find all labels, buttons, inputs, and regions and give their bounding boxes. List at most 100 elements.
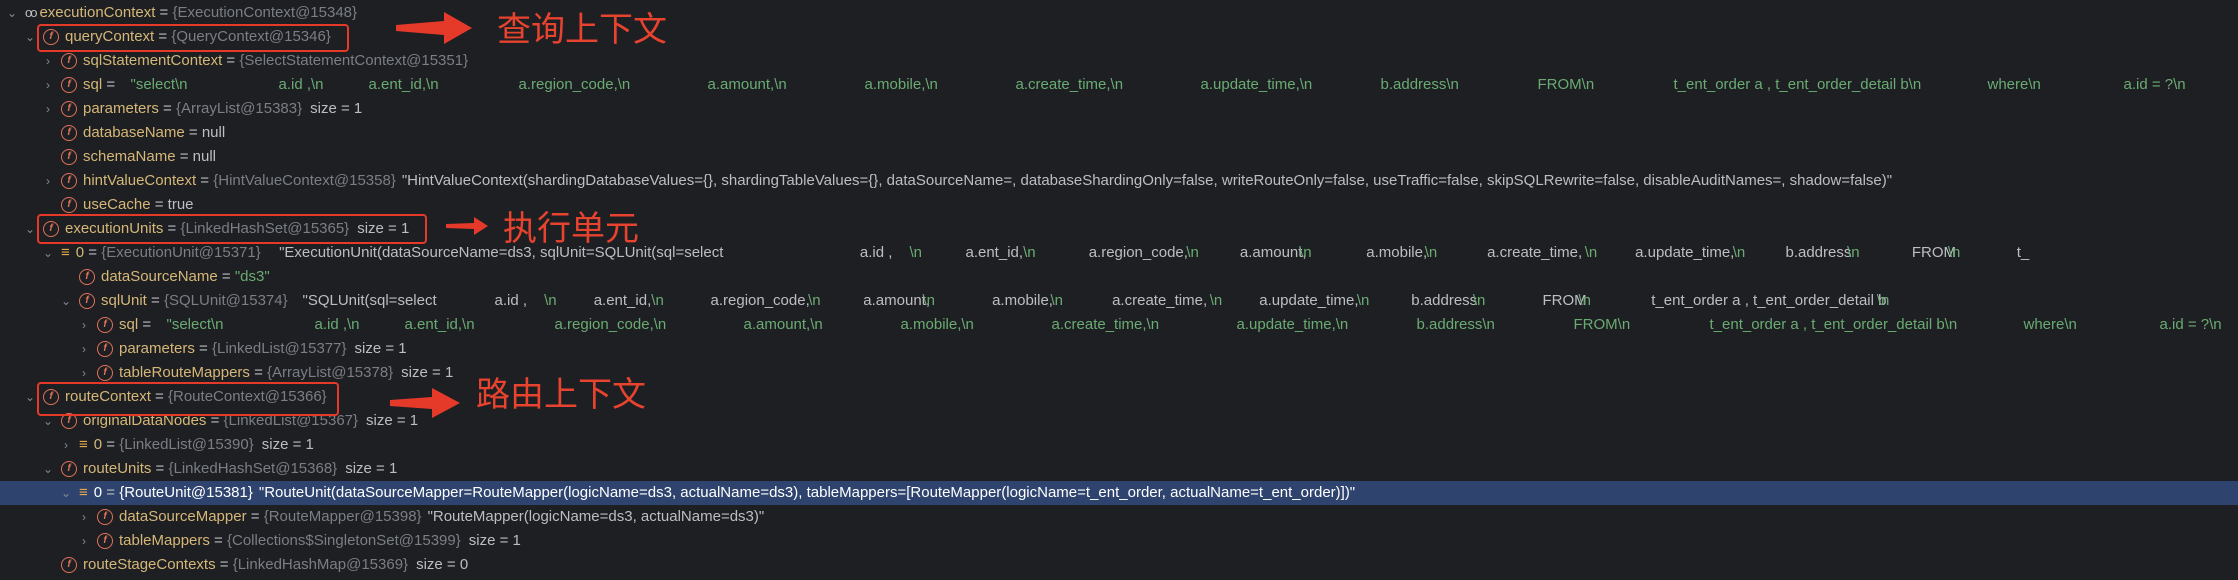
route-context-arrow-icon [390, 388, 460, 418]
value-segment: \n [1847, 244, 1860, 261]
equals-sign: = [158, 100, 176, 117]
string-segment: a.create_time,\n [1051, 316, 1160, 333]
value-segment: a.mobile, [1366, 244, 1428, 261]
row-content: f sql = [61, 73, 115, 97]
field-name: sqlStatementContext [83, 52, 223, 69]
equals-sign: = [146, 292, 164, 309]
field-icon: f [61, 53, 77, 70]
collection-size: size = 1 [354, 340, 407, 357]
tree-row[interactable]: ⌄ f sqlUnit = {SQLUnit@15374} "SQLUnit(sql=… [0, 289, 2238, 313]
object-reference: {ExecutionContext@15348} [172, 4, 358, 21]
chevron-right-icon[interactable]: › [77, 313, 91, 337]
chevron-right-icon[interactable]: › [41, 97, 55, 121]
value-segment: \n [1299, 244, 1312, 261]
value-segment: \n [1472, 292, 1486, 309]
tree-row[interactable]: ⌄ ≡ 0 = {ExecutionUnit@15371} "ExecutionUni… [0, 241, 2238, 265]
chevron-down-icon[interactable]: ⌄ [59, 481, 73, 505]
value-segment: \n [544, 292, 557, 309]
object-reference: {LinkedHashSet@15368} [168, 460, 338, 477]
string-segment: FROM\n [1573, 316, 1631, 333]
tree-row[interactable]: › f parameters = {LinkedList@15377} size = … [0, 337, 2238, 361]
chevron-right-icon[interactable]: › [59, 433, 73, 457]
query-context-highlight [37, 24, 349, 52]
chevron-right-icon[interactable]: › [77, 337, 91, 361]
value-segment: \n [1050, 292, 1064, 309]
watch-icon: oo [25, 5, 38, 21]
tree-row[interactable]: ⌄ ≡ 0 = {RouteUnit@15381} "RouteUnit(dataSo… [0, 481, 2238, 505]
chevron-down-icon[interactable]: ⌄ [5, 1, 19, 25]
tree-row[interactable]: › f parameters = {ArrayList@15383} size = 1 [0, 97, 2238, 121]
equals-sign: = [194, 340, 212, 357]
chevron-right-icon[interactable]: › [41, 73, 55, 97]
equals-sign: = [217, 268, 235, 285]
tree-row[interactable]: › f hintValueContext = {HintValueContext@1… [0, 169, 2238, 193]
equals-sign: = [102, 76, 116, 93]
value-segment: a.id , [494, 292, 528, 309]
value-segment: \n [1732, 244, 1746, 261]
tree-row[interactable]: f databaseName = null [0, 121, 2238, 145]
tree-row[interactable]: › f sql = "select\n a.id ,\n a.ent_id,\n a.re… [0, 73, 2238, 97]
chevron-right-icon[interactable]: › [41, 49, 55, 73]
value-text: true [167, 196, 194, 213]
field-icon: f [61, 197, 77, 214]
tree-row[interactable]: › ≡ 0 = {LinkedList@15390} size = 1 [0, 433, 2238, 457]
field-icon: f [61, 461, 77, 478]
field-name: schemaName [83, 148, 176, 165]
value-segment: "SQLUnit(sql=select [302, 292, 437, 309]
chevron-down-icon[interactable]: ⌄ [41, 457, 55, 481]
chevron-right-icon[interactable]: › [41, 169, 55, 193]
value-segment: b.address [1411, 292, 1478, 309]
string-segment: t_ent_order a , t_ent_order_detail b\n [1673, 76, 1922, 93]
chevron-down-icon[interactable]: ⌄ [23, 25, 37, 49]
field-name: parameters [83, 100, 159, 117]
chevron-down-icon[interactable]: ⌄ [23, 385, 37, 409]
value-segment: \n [808, 292, 821, 309]
chevron-down-icon[interactable]: ⌄ [23, 217, 37, 241]
value-text: null [192, 148, 217, 165]
field-icon: f [97, 341, 113, 358]
string-segment: a.id = ?\n [2159, 316, 2222, 333]
execution-units-arrow-icon [446, 217, 488, 235]
field-icon: f [97, 533, 113, 550]
field-icon: f [61, 557, 77, 574]
equals-sign: = [215, 556, 233, 573]
equals-sign: = [84, 244, 102, 261]
string-segment: FROM\n [1537, 76, 1595, 93]
equals-sign: = [222, 52, 240, 69]
equals-sign: = [150, 196, 168, 213]
tree-row[interactable]: f routeStageContexts = {LinkedHashMap@153… [0, 553, 2238, 577]
string-segment: a.mobile,\n [864, 76, 938, 93]
tree-row[interactable]: f dataSourceName = "ds3" [0, 265, 2238, 289]
row-content: f parameters = {ArrayList@15383} size = 1 [61, 97, 362, 121]
tree-row[interactable]: › f dataSourceMapper = {RouteMapper@15398}… [0, 505, 2238, 529]
tree-row[interactable]: › f tableMappers = {Collections$SingletonS… [0, 529, 2238, 553]
string-segment: a.region_code,\n [518, 76, 631, 93]
tree-row[interactable]: › f sql = "select\n a.id ,\n a.ent_id,\n a.re… [0, 313, 2238, 337]
chevron-right-icon[interactable]: › [77, 529, 91, 553]
tree-row[interactable]: › f sqlStatementContext = {SelectStatement… [0, 49, 2238, 73]
row-content: f routeStageContexts = {LinkedHashMap@153… [61, 553, 468, 577]
field-icon: f [61, 125, 77, 142]
string-segment: a.update_time,\n [1200, 76, 1313, 93]
field-name: sql [119, 316, 139, 333]
row-content: f schemaName = null [61, 145, 216, 169]
chevron-right-icon[interactable]: › [77, 505, 91, 529]
string-segment: a.mobile,\n [900, 316, 974, 333]
string-segment: "select\n [130, 76, 188, 93]
route-context-label: 路由上下文 [476, 375, 646, 415]
array-item-icon: ≡ [79, 484, 88, 502]
tree-row[interactable]: ⌄ oo executionContext = {ExecutionContext@… [0, 1, 2238, 25]
tree-row[interactable]: f schemaName = null [0, 145, 2238, 169]
chevron-down-icon[interactable]: ⌄ [41, 241, 55, 265]
value-segment: "ExecutionUnit(dataSourceName=ds3, sqlUn… [279, 244, 724, 261]
string-segment: a.amount,\n [743, 316, 823, 333]
value-segment: a.amount, [863, 292, 931, 309]
collection-size: size = 1 [401, 364, 454, 381]
execution-units-highlight [37, 214, 427, 244]
chevron-down-icon[interactable]: ⌄ [59, 289, 73, 313]
tree-row[interactable]: ⌄ f routeUnits = {LinkedHashSet@15368} size… [0, 457, 2238, 481]
string-segment: where\n [2023, 316, 2077, 333]
equals-sign: = [184, 124, 202, 141]
object-reference: {ArrayList@15383} [175, 100, 303, 117]
equals-sign: = [246, 508, 264, 525]
